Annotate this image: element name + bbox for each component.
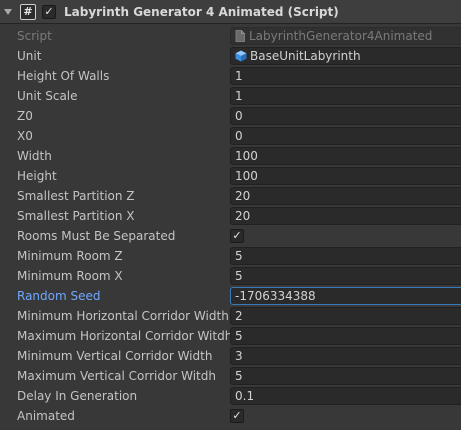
property-label-minimum-vertical-corridor-width: Minimum Vertical Corridor Width [17,349,213,363]
x0-input[interactable]: 0 [230,127,461,145]
property-row-maximum-vertical-corridor-witdh: Maximum Vertical Corridor Witdh 5 [0,366,461,386]
script-component-icon: # [20,3,36,20]
foldout-arrow-icon[interactable] [3,0,15,24]
minimum-horizontal-corridor-width-input[interactable]: 2 [230,307,461,325]
property-row-x0: X0 0 [0,126,461,146]
script-value: LabyrinthGenerator4Animated [249,29,433,43]
property-row-animated: Animated ✓ [0,406,461,426]
property-label-rooms-must-be-separated: Rooms Must Be Separated [17,229,176,243]
property-label-maximum-horizontal-corridor-witdh: Maximum Horizontal Corridor Witdh [17,329,233,343]
property-label-unit: Unit [17,49,42,63]
component-header: # ✓ Labyrinth Generator 4 Animated (Scri… [0,0,461,24]
property-row-minimum-horizontal-corridor-width: Minimum Horizontal Corridor Width 2 [0,306,461,326]
property-row-minimum-room-z: Minimum Room Z 5 [0,246,461,266]
maximum-horizontal-corridor-witdh-input[interactable]: 5 [230,327,461,345]
property-row-delay-in-generation: Delay In Generation 0.1 [0,386,461,406]
property-label-smallest-partition-x: Smallest Partition X [17,209,135,223]
unit-object-field[interactable]: BaseUnitLabyrinth [230,47,461,65]
property-row-maximum-horizontal-corridor-witdh: Maximum Horizontal Corridor Witdh 5 [0,326,461,346]
property-row-unit: Unit BaseUnitLabyrinth [0,46,461,66]
property-label-height-of-walls: Height Of Walls [17,69,110,83]
property-label-script: Script [17,29,52,43]
property-list: Script LabyrinthGenerator4Animated Unit Bas… [0,26,461,426]
property-row-unit-scale: Unit Scale 1 [0,86,461,106]
property-row-z0: Z0 0 [0,106,461,126]
minimum-vertical-corridor-width-input[interactable]: 3 [230,347,461,365]
script-file-icon [235,30,245,42]
prefab-cube-icon [235,50,247,62]
property-row-rooms-must-be-separated: Rooms Must Be Separated ✓ [0,226,461,246]
property-row-smallest-partition-x: Smallest Partition X 20 [0,206,461,226]
property-row-smallest-partition-z: Smallest Partition Z 20 [0,186,461,206]
property-row-minimum-room-x: Minimum Room X 5 [0,266,461,286]
property-row-script: Script LabyrinthGenerator4Animated [0,26,461,46]
maximum-vertical-corridor-witdh-input[interactable]: 5 [230,367,461,385]
property-label-maximum-vertical-corridor-witdh: Maximum Vertical Corridor Witdh [17,369,216,383]
rooms-must-be-separated-checkbox[interactable]: ✓ [230,229,244,243]
property-row-width: Width 100 [0,146,461,166]
property-label-animated: Animated [17,409,75,423]
property-label-unit-scale: Unit Scale [17,89,78,103]
minimum-room-z-input[interactable]: 5 [230,247,461,265]
component-title: Labyrinth Generator 4 Animated (Script) [64,4,339,19]
property-label-delay-in-generation: Delay In Generation [17,389,138,403]
property-label-minimum-room-z: Minimum Room Z [17,249,123,263]
unit-value: BaseUnitLabyrinth [250,49,361,63]
smallest-partition-x-input[interactable]: 20 [230,207,461,225]
property-row-random-seed: Random Seed -1706334388 [0,286,461,306]
animated-checkbox[interactable]: ✓ [230,409,244,423]
property-row-height: Height 100 [0,166,461,186]
property-label-x0: X0 [17,129,33,143]
width-input[interactable]: 100 [230,147,461,165]
unit-scale-input[interactable]: 1 [230,87,461,105]
delay-in-generation-input[interactable]: 0.1 [230,387,461,405]
property-row-height-of-walls: Height Of Walls 1 [0,66,461,86]
script-object-field: LabyrinthGenerator4Animated [230,27,461,45]
height-input[interactable]: 100 [230,167,461,185]
property-label-random-seed: Random Seed [17,289,101,303]
property-row-minimum-vertical-corridor-width: Minimum Vertical Corridor Width 3 [0,346,461,366]
property-label-minimum-horizontal-corridor-width: Minimum Horizontal Corridor Width [17,309,229,323]
height-of-walls-input[interactable]: 1 [230,67,461,85]
z0-input[interactable]: 0 [230,107,461,125]
property-label-minimum-room-x: Minimum Room X [17,269,123,283]
minimum-room-x-input[interactable]: 5 [230,267,461,285]
property-label-height: Height [17,169,57,183]
property-label-smallest-partition-z: Smallest Partition Z [17,189,135,203]
property-label-width: Width [17,149,52,163]
property-label-z0: Z0 [17,109,33,123]
smallest-partition-z-input[interactable]: 20 [230,187,461,205]
component-enabled-checkbox[interactable]: ✓ [42,4,56,19]
random-seed-input[interactable]: -1706334388 [230,287,461,305]
